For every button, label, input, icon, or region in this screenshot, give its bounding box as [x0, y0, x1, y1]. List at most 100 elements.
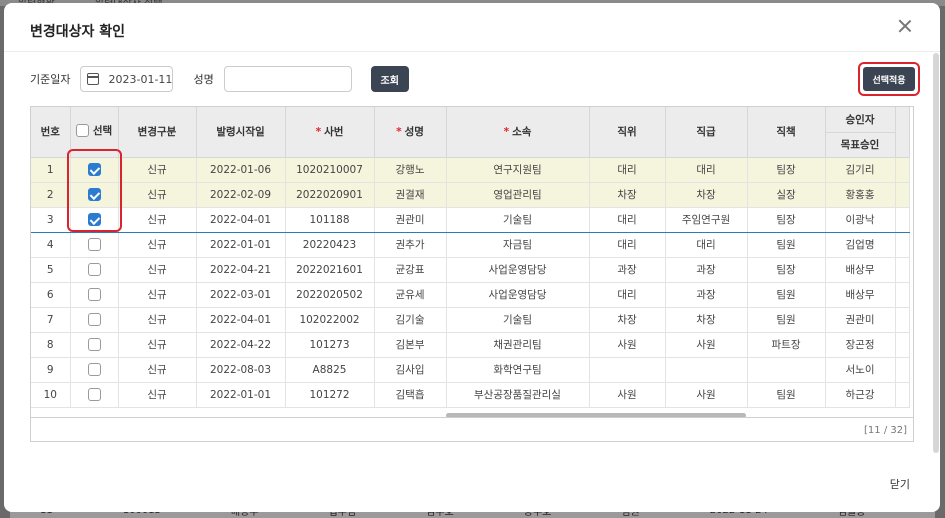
- row-checkbox[interactable]: [87, 388, 101, 401]
- cell-position: 사원: [589, 382, 666, 408]
- cell-name: 균강표: [374, 257, 447, 283]
- table-row[interactable]: 6 신규 2022-03-01 2022020502 균유세 사업운영담당 대리 과장 팀원 배상…: [31, 282, 910, 308]
- row-checkbox[interactable]: [87, 263, 101, 276]
- table-row[interactable]: 4 신규 2022-01-01 20220423 권추가 자금팀 대리 대리 팀원 김업명: [31, 232, 910, 258]
- cell-start-date: 2022-04-01: [196, 307, 286, 333]
- cell-spacer: [895, 157, 910, 183]
- header-duty: 직책: [747, 107, 826, 158]
- cell-grade: 차장: [665, 307, 748, 333]
- row-checkbox[interactable]: [87, 338, 101, 351]
- cell-duty: 팀원: [747, 382, 826, 408]
- required-mark: *: [396, 126, 402, 139]
- search-button[interactable]: 조회: [370, 66, 409, 92]
- header-no: 번호: [31, 107, 71, 158]
- cell-duty: 팀원: [747, 232, 826, 258]
- cell-emp-no: 20220423: [285, 232, 375, 258]
- cell-start-date: 2022-03-01: [196, 282, 286, 308]
- grid-table: 번호 선택 변경구분 발령시작일 * 사번 * 성명 * 소속 직위 직급 직책 승인…: [31, 107, 910, 408]
- cell-name: 권결재: [374, 182, 447, 208]
- cell-approver: 하근강: [825, 382, 896, 408]
- cell-emp-no: 101188: [285, 206, 375, 233]
- cell-type: 신규: [118, 382, 197, 408]
- calendar-icon[interactable]: [87, 73, 100, 85]
- table-row[interactable]: 9 신규 2022-08-03 A8825 김사입 화학연구팀 서노이: [31, 357, 910, 383]
- modal-title: 변경대상자 확인: [30, 24, 126, 40]
- table-row[interactable]: 10 신규 2022-01-01 101272 김택흡 부산공장품질관리실 사원 사원 팀원 하근…: [31, 382, 910, 408]
- cell-start-date: 2022-04-21: [196, 257, 286, 283]
- grid-footer: [11 / 32]: [31, 417, 913, 442]
- cell-dept: 자금팀: [446, 232, 590, 258]
- row-checkbox[interactable]: [87, 363, 101, 376]
- apply-selection-button[interactable]: 선택적용: [863, 67, 915, 91]
- date-field[interactable]: 2023-01-11: [80, 66, 174, 92]
- cell-select[interactable]: [70, 357, 119, 383]
- cell-name: 김기술: [374, 307, 447, 333]
- name-input[interactable]: [223, 66, 352, 92]
- close-icon[interactable]: [896, 17, 914, 35]
- cell-type: 신규: [118, 232, 197, 258]
- row-checkbox[interactable]: [87, 188, 101, 201]
- table-row[interactable]: 3 신규 2022-04-01 101188 권관미 기술팀 대리 주임연구원 팀장 이광낙: [31, 206, 910, 233]
- cell-dept: 영업관리팀: [446, 182, 590, 208]
- date-value: 2023-01-11: [108, 72, 173, 86]
- cell-spacer: [895, 282, 910, 308]
- cell-spacer: [895, 206, 910, 233]
- header-dept: * 소속: [446, 107, 590, 158]
- name-label: 성명: [193, 73, 214, 86]
- cell-name: 김택흡: [374, 382, 447, 408]
- cell-dept: 사업운영담당: [446, 282, 590, 308]
- cell-select[interactable]: [70, 157, 119, 183]
- cell-no: 1: [31, 157, 71, 183]
- select-all-checkbox[interactable]: [75, 124, 89, 138]
- header-position: 직위: [589, 107, 666, 158]
- cell-start-date: 2022-01-01: [196, 382, 286, 408]
- cell-approver: 서노이: [825, 357, 896, 383]
- cell-select[interactable]: [70, 282, 119, 308]
- cell-select[interactable]: [70, 332, 119, 358]
- table-row[interactable]: 5 신규 2022-04-21 2022021601 균강표 사업운영담당 과장 과장 팀장 배상…: [31, 257, 910, 283]
- table-row[interactable]: 8 신규 2022-04-22 101273 김본부 채권관리팀 사원 사원 파트장 장곤정: [31, 332, 910, 358]
- cell-select[interactable]: [70, 182, 119, 208]
- table-row[interactable]: 1 신규 2022-01-06 1020210007 강행노 연구지원팀 대리 대리 팀장 김기리: [31, 157, 910, 183]
- cell-spacer: [895, 257, 910, 283]
- cell-name: 김사입: [374, 357, 447, 383]
- row-checkbox[interactable]: [87, 163, 101, 176]
- cell-no: 5: [31, 257, 71, 283]
- cell-start-date: 2022-01-01: [196, 232, 286, 258]
- cell-position: 대리: [589, 206, 666, 233]
- cell-emp-no: 2022021601: [285, 257, 375, 283]
- cell-name: 균유세: [374, 282, 447, 308]
- header-type: 변경구분: [118, 107, 197, 158]
- cell-no: 6: [31, 282, 71, 308]
- cell-select[interactable]: [70, 232, 119, 258]
- cell-type: 신규: [118, 357, 197, 383]
- cell-select[interactable]: [70, 382, 119, 408]
- cell-dept: 기술팀: [446, 206, 590, 233]
- cell-type: 신규: [118, 206, 197, 233]
- cell-duty: 실장: [747, 182, 826, 208]
- cell-duty: 팀장: [747, 206, 826, 233]
- cell-duty: 팀원: [747, 307, 826, 333]
- table-row[interactable]: 7 신규 2022-04-01 102022002 김기술 기술팀 차장 차장 팀원 권관미: [31, 307, 910, 333]
- cell-dept: 연구지원팀: [446, 157, 590, 183]
- cell-no: 8: [31, 332, 71, 358]
- cell-select[interactable]: [70, 257, 119, 283]
- row-checkbox[interactable]: [87, 213, 101, 226]
- cell-select[interactable]: [70, 307, 119, 333]
- header-start-date: 발령시작일: [196, 107, 286, 158]
- cell-type: 신규: [118, 182, 197, 208]
- header-select-label: 선택: [92, 125, 113, 138]
- cell-grade: 대리: [665, 232, 748, 258]
- cell-start-date: 2022-02-09: [196, 182, 286, 208]
- cell-approver: 김업명: [825, 232, 896, 258]
- close-button[interactable]: 닫기: [890, 476, 910, 492]
- row-checkbox[interactable]: [87, 288, 101, 301]
- row-checkbox[interactable]: [87, 238, 101, 251]
- header-select[interactable]: 선택: [70, 107, 119, 158]
- cell-type: 신규: [118, 257, 197, 283]
- table-row[interactable]: 2 신규 2022-02-09 2022020901 권결재 영업관리팀 차장 차장 실장 황홍홍: [31, 182, 910, 208]
- modal-scrollbar[interactable]: [933, 53, 939, 453]
- cell-select[interactable]: [70, 206, 119, 233]
- header-name: * 성명: [374, 107, 447, 158]
- row-checkbox[interactable]: [87, 313, 101, 326]
